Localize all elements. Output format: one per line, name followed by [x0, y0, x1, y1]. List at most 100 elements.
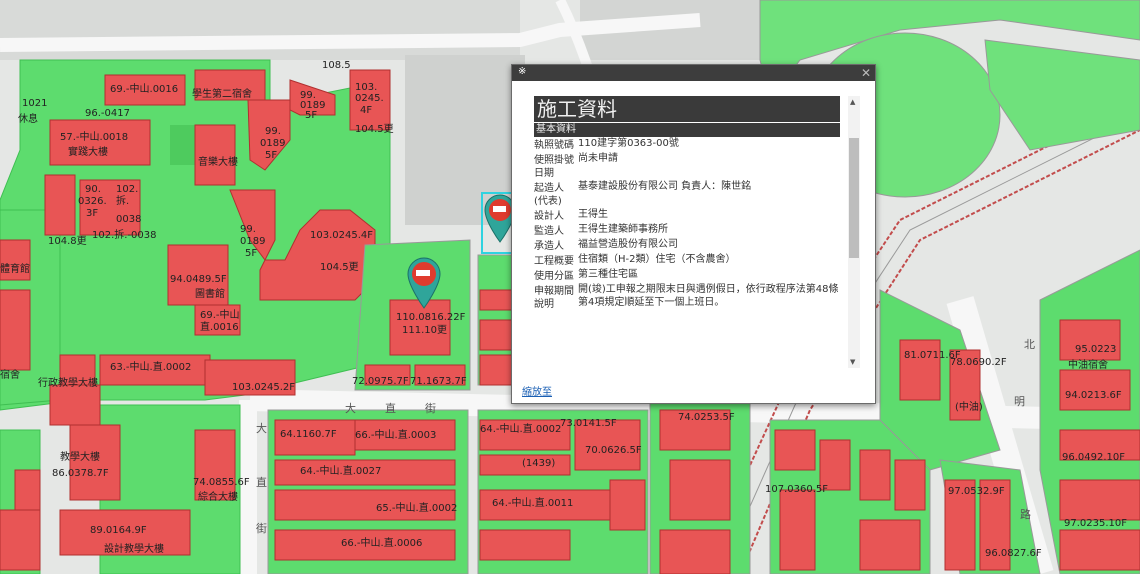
- popup-titlebar[interactable]: ※ ✕: [512, 65, 875, 81]
- parcel-label: 64.-中山.直.0027: [300, 464, 381, 477]
- parcel-label: 實踐大樓: [68, 145, 108, 158]
- parcel-label: 57.-中山.0018: [60, 130, 128, 143]
- info-row: 工程概要 住宿類（H-2類）住宅（不含農舍）: [534, 253, 840, 268]
- info-row-value: 王得生: [578, 209, 608, 220]
- parcel-label: 圖書館: [195, 287, 225, 300]
- info-row: 承造人 福益營造股份有限公司: [534, 238, 840, 253]
- info-row-value: 開(竣)工申報之期限末日與遇例假日，依行政程序法第48條第4項規定順延至下一個上…: [578, 284, 839, 308]
- parcel-label: 94.0213.6F: [1065, 390, 1122, 401]
- info-row-value: 基泰建設股份有限公司 負責人：陳世銘: [578, 181, 752, 192]
- info-row: 執照號碼 110建字第0363-00號: [534, 137, 840, 152]
- info-row: 起造人(代表) 基泰建設股份有限公司 負責人：陳世銘: [534, 180, 840, 208]
- parcel-label: 學生第二宿舍: [192, 87, 252, 100]
- parcel-label: 94.0489.5F: [170, 274, 227, 285]
- parcel-label: 66.-中山.直.0006: [341, 536, 422, 549]
- parcel-label: 設計教學大樓: [104, 542, 164, 555]
- popup-scrollbar[interactable]: ▲ ▼: [848, 96, 860, 368]
- info-row-key: 執照號碼: [534, 140, 574, 151]
- construction-info-popup[interactable]: ※ ✕ 施工資料 基本資料 執照號碼 110建字第0363-00號 使照掛號日期 尚未…: [511, 64, 876, 404]
- parcel-label: 宿舍: [0, 368, 20, 381]
- parcel-label: 1021: [22, 98, 47, 109]
- street-label-da: 大: [345, 401, 356, 415]
- parcel-label: 休息: [18, 112, 38, 125]
- street-label-zhi: 直: [385, 401, 396, 415]
- vstreet-label-2: 直: [256, 475, 267, 489]
- parcel-label: 直.0016: [200, 320, 239, 333]
- parcel-label: 89.0164.9F: [90, 525, 147, 536]
- parcel-label: 64.1160.7F: [280, 429, 337, 440]
- info-row-key: 使用分區: [534, 271, 574, 282]
- parcel-label: 教學大樓: [60, 450, 100, 463]
- parcel-label: 0326.: [78, 196, 107, 207]
- parcel-label: 5F: [305, 110, 317, 121]
- parcel-label: (中油): [955, 400, 983, 413]
- parcel-label: 5F: [265, 150, 277, 161]
- excavator-icon: [493, 206, 506, 212]
- scroll-up-icon[interactable]: ▲: [850, 98, 855, 106]
- parcel-label: 96.0827.6F: [985, 548, 1042, 559]
- parcel-label: 95.0223: [1075, 344, 1116, 355]
- popup-body: 施工資料 基本資料 執照號碼 110建字第0363-00號 使照掛號日期 尚未申請 起造…: [534, 96, 840, 366]
- vstreet-label-1: 大: [256, 421, 267, 435]
- parcel-label: 拆.: [116, 194, 129, 207]
- parcel-label: 0189: [260, 138, 285, 149]
- popup-section-title: 基本資料: [534, 123, 840, 137]
- parcel-label: 86.0378.7F: [52, 468, 109, 479]
- parcel-label: 74.0253.5F: [678, 412, 735, 423]
- info-row: 使用分區 第三種住宅區: [534, 268, 840, 283]
- excavator-icon: [416, 270, 430, 276]
- parcel-label: 97.0532.9F: [948, 486, 1005, 497]
- parcel-label: 104.5更: [355, 123, 394, 135]
- parcel-label: 71.1673.7F: [410, 376, 467, 387]
- scroll-thumb[interactable]: [849, 138, 859, 258]
- parcel-label: 音樂大樓: [198, 155, 238, 168]
- parcel-label: 66.-中山.直.0003: [355, 428, 436, 441]
- parcel-label: 5F: [245, 248, 257, 259]
- parcel-label: 90.: [85, 184, 101, 195]
- parcel-label: 69.-中山.0016: [110, 82, 178, 95]
- info-row: 使照掛號日期 尚未申請: [534, 152, 840, 180]
- parcel-label: 107.0360.5F: [765, 484, 828, 495]
- parcel-label: 74.0855.6F: [193, 477, 250, 488]
- parcel-label: 99.: [265, 126, 281, 137]
- parcel-label: 體育館: [0, 262, 30, 275]
- info-row-value: 尚未申請: [578, 153, 618, 164]
- road-label-1: 北: [1024, 338, 1035, 351]
- info-row-key: 使照掛號日期: [534, 155, 574, 179]
- info-row-key: 承造人: [534, 241, 564, 252]
- info-row-key: 監造人: [534, 226, 564, 237]
- info-row: 監造人 王得生建築師事務所: [534, 223, 840, 238]
- parcel-label: 3F: [86, 208, 98, 219]
- parcel-label: 103.0245.2F: [232, 382, 295, 393]
- vstreet-label-3: 街: [256, 521, 267, 535]
- info-row-key: 申報期間說明: [534, 286, 574, 310]
- parcel-label: 96.-0417: [85, 108, 130, 119]
- parcel-label: 行政教學大樓: [38, 376, 98, 389]
- parcel-label: 4F: [360, 105, 372, 116]
- parcel-label: 97.0235.10F: [1064, 518, 1127, 529]
- info-row-key: 工程概要: [534, 256, 574, 267]
- zoom-to-link[interactable]: 縮放至: [522, 383, 552, 398]
- pin-icon[interactable]: ※: [518, 66, 526, 77]
- parcel-label: 0189: [240, 236, 265, 247]
- parcel-label: 中油宿舍: [1068, 358, 1108, 371]
- parcel-label: 102.: [116, 184, 138, 195]
- close-icon[interactable]: ✕: [861, 65, 871, 81]
- parcel-label: 96.0492.10F: [1062, 452, 1125, 463]
- info-row: 申報期間說明 開(竣)工申報之期限末日與遇例假日，依行政程序法第48條第4項規定順…: [534, 283, 840, 311]
- parcel-label: 102.拆.-0038: [92, 228, 157, 241]
- info-row-value: 王得生建築師事務所: [578, 224, 668, 235]
- parcel-label: 63.-中山.直.0002: [110, 360, 191, 373]
- parcel-label: 綜合大樓: [198, 490, 238, 503]
- parcel-label: 103.0245.4F: [310, 230, 373, 241]
- road-number-label: 108.5: [322, 60, 351, 71]
- parcel-label: 70.0626.5F: [585, 445, 642, 456]
- scroll-down-icon[interactable]: ▼: [850, 358, 855, 366]
- parcel-label: 78.0690.2F: [950, 357, 1007, 368]
- parcel-label: 103.: [355, 82, 377, 93]
- parcel-label: 0245.: [355, 93, 384, 104]
- parcel-label: 64.-中山.直.0011: [492, 496, 573, 509]
- parcel-label: 111.10更: [402, 324, 447, 336]
- parcel-label: 104.8更: [48, 235, 87, 247]
- info-row-key: 設計人: [534, 211, 564, 222]
